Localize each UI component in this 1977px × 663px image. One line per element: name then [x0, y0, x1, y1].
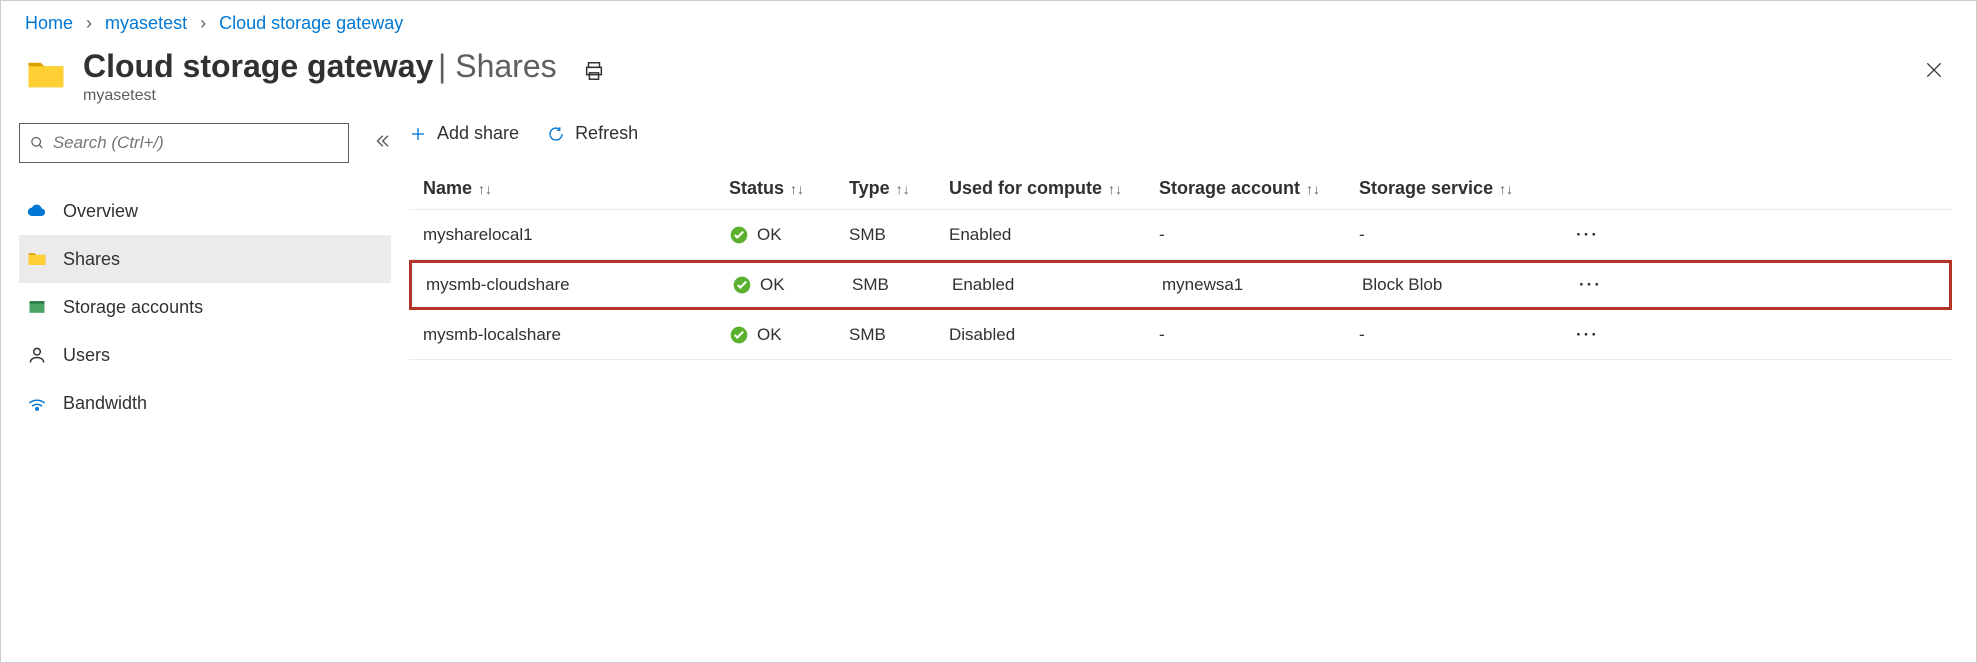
cell-status: OK — [729, 225, 849, 245]
close-icon[interactable] — [1916, 52, 1952, 94]
cell-type: SMB — [849, 325, 949, 345]
bandwidth-icon — [25, 393, 49, 413]
cell-account: mynewsa1 — [1162, 275, 1362, 295]
cell-compute: Enabled — [949, 225, 1159, 245]
cell-compute: Enabled — [952, 275, 1162, 295]
cloud-icon — [25, 201, 49, 221]
col-name[interactable]: Name↑↓ — [409, 178, 729, 199]
cell-account: - — [1159, 225, 1359, 245]
sort-icon: ↑↓ — [478, 181, 492, 197]
sort-icon: ↑↓ — [1306, 181, 1320, 197]
page-header: Cloud storage gateway | Shares myasetest — [1, 42, 1976, 105]
col-type[interactable]: Type↑↓ — [849, 178, 949, 199]
add-share-button[interactable]: Add share — [409, 123, 519, 144]
col-account[interactable]: Storage account↑↓ — [1159, 178, 1359, 199]
cell-service: - — [1359, 325, 1549, 345]
breadcrumb-home[interactable]: Home — [25, 13, 73, 33]
shares-table: Name↑↓ Status↑↓ Type↑↓ Used for compute↑… — [409, 168, 1952, 360]
col-service[interactable]: Storage service↑↓ — [1359, 178, 1549, 199]
sidebar-item-label: Bandwidth — [63, 393, 147, 414]
breadcrumb: Home › myasetest › Cloud storage gateway — [1, 1, 1976, 42]
folder-icon — [25, 249, 49, 269]
refresh-label: Refresh — [575, 123, 638, 144]
sort-icon: ↑↓ — [1108, 181, 1122, 197]
table-row[interactable]: mysmb-localshareOKSMBDisabled--··· — [409, 310, 1952, 360]
sidebar-item-label: Users — [63, 345, 110, 366]
cell-account: - — [1159, 325, 1359, 345]
collapse-icon[interactable] — [373, 132, 391, 155]
resource-name: myasetest — [83, 87, 557, 105]
cell-compute: Disabled — [949, 325, 1159, 345]
print-icon[interactable] — [583, 60, 605, 87]
ok-icon — [729, 225, 749, 245]
sidebar-item-overview[interactable]: Overview — [19, 187, 391, 235]
breadcrumb-section[interactable]: Cloud storage gateway — [219, 13, 403, 33]
cell-type: SMB — [852, 275, 952, 295]
cell-name: mysmb-cloudshare — [412, 275, 732, 295]
sort-icon: ↑↓ — [790, 181, 804, 197]
table-row[interactable]: mysmb-cloudshareOKSMBEnabledmynewsa1Bloc… — [409, 260, 1952, 310]
row-menu-icon[interactable]: ··· — [1576, 325, 1599, 344]
storage-icon — [25, 297, 49, 317]
cell-status: OK — [732, 275, 852, 295]
search-field[interactable] — [53, 133, 338, 153]
chevron-right-icon: › — [86, 13, 92, 33]
table-row[interactable]: mysharelocal1OKSMBEnabled--··· — [409, 210, 1952, 260]
cell-name: mysmb-localshare — [409, 325, 729, 345]
sidebar-item-label: Shares — [63, 249, 120, 270]
page-subtitle: | Shares — [438, 48, 557, 84]
chevron-right-icon: › — [200, 13, 206, 33]
user-icon — [25, 345, 49, 365]
toolbar: Add share Refresh — [409, 123, 1952, 168]
sidebar-item-storage-accounts[interactable]: Storage accounts — [19, 283, 391, 331]
ok-icon — [732, 275, 752, 295]
sort-icon: ↑↓ — [1499, 181, 1513, 197]
row-menu-icon[interactable]: ··· — [1579, 275, 1602, 294]
cell-service: - — [1359, 225, 1549, 245]
sidebar-item-shares[interactable]: Shares — [19, 235, 391, 283]
sidebar: Overview Shares Storage accounts Users B… — [1, 105, 391, 427]
add-share-label: Add share — [437, 123, 519, 144]
cell-service: Block Blob — [1362, 275, 1552, 295]
table-header: Name↑↓ Status↑↓ Type↑↓ Used for compute↑… — [409, 168, 1952, 210]
main-content: Add share Refresh Name↑↓ Status↑↓ Type↑↓… — [391, 105, 1976, 427]
cell-status: OK — [729, 325, 849, 345]
sort-icon: ↑↓ — [896, 181, 910, 197]
ok-icon — [729, 325, 749, 345]
refresh-icon — [547, 125, 565, 143]
col-status[interactable]: Status↑↓ — [729, 178, 849, 199]
sidebar-item-label: Overview — [63, 201, 138, 222]
sidebar-nav: Overview Shares Storage accounts Users B… — [19, 187, 391, 427]
cell-name: mysharelocal1 — [409, 225, 729, 245]
refresh-button[interactable]: Refresh — [547, 123, 638, 144]
breadcrumb-resource[interactable]: myasetest — [105, 13, 187, 33]
search-input[interactable] — [19, 123, 349, 163]
page-title: Cloud storage gateway — [83, 48, 433, 84]
col-compute[interactable]: Used for compute↑↓ — [949, 178, 1159, 199]
row-menu-icon[interactable]: ··· — [1576, 225, 1599, 244]
folder-icon — [25, 54, 67, 96]
sidebar-item-users[interactable]: Users — [19, 331, 391, 379]
search-icon — [30, 135, 45, 151]
sidebar-item-label: Storage accounts — [63, 297, 203, 318]
sidebar-item-bandwidth[interactable]: Bandwidth — [19, 379, 391, 427]
cell-type: SMB — [849, 225, 949, 245]
plus-icon — [409, 125, 427, 143]
